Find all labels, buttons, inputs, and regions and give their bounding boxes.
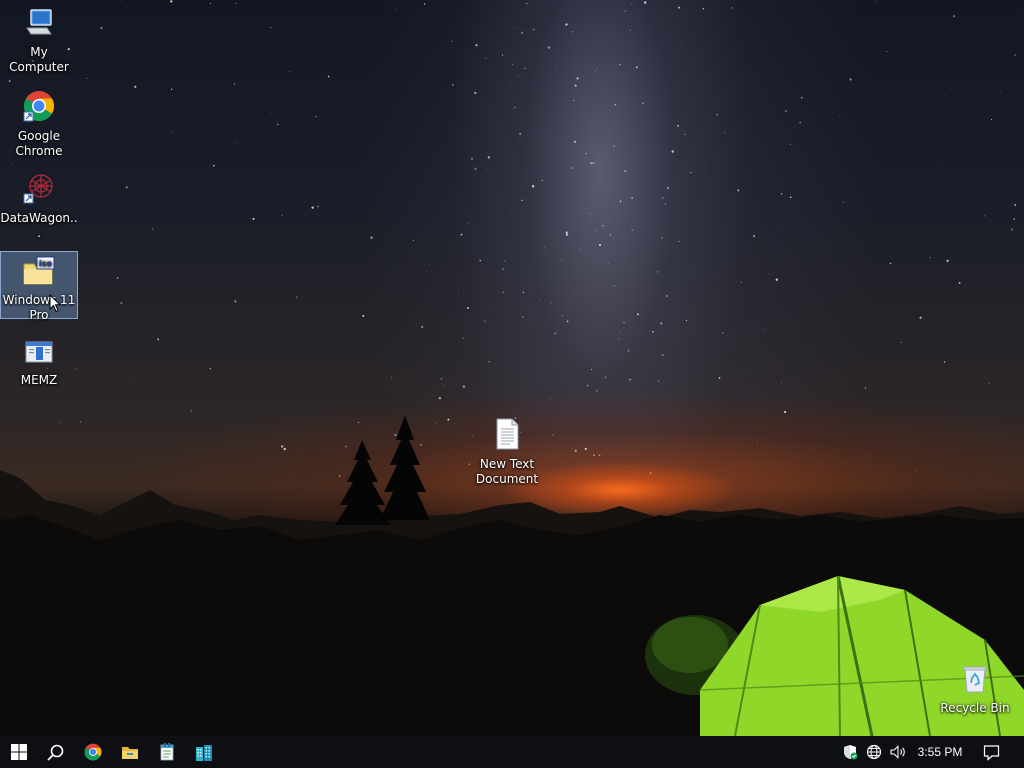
desktop-wallpaper[interactable]: My Computer Google Chrome DataWagon... i… [0, 0, 1024, 736]
clock-time[interactable]: 3:55 PM [912, 736, 968, 768]
taskbar-file-explorer-button[interactable] [111, 736, 148, 768]
search-button[interactable] [37, 736, 74, 768]
wallpaper-landscape [0, 0, 1024, 736]
desktop-icon-label: Google Chrome [15, 129, 63, 158]
desktop-icon-new-text-document[interactable]: New Text Document [468, 414, 546, 487]
desktop-icon-recycle-bin[interactable]: Recycle Bin [936, 660, 1014, 716]
notification-icon[interactable] [983, 744, 1000, 761]
computer-icon [0, 8, 78, 42]
desktop-icon-label: MEMZ [20, 373, 58, 387]
notepad-icon [160, 743, 173, 761]
datawagon-icon [0, 172, 78, 208]
text-document-icon [468, 418, 546, 454]
desktop-icon-google-chrome[interactable]: Google Chrome [0, 86, 78, 159]
desktop-icon-label: DataWagon... [0, 211, 78, 240]
buildings-app-icon [195, 744, 212, 761]
desktop-icon-windows-11-pro[interactable]: iso Windows 11 Pro [0, 251, 78, 322]
iso-file-icon: iso [1, 256, 77, 290]
taskbar-chrome-button[interactable] [74, 736, 111, 768]
taskbar-buildings-app-button[interactable] [185, 736, 222, 768]
taskbar: 3:55 PM [0, 736, 1024, 768]
taskbar-notepad-button[interactable] [148, 736, 185, 768]
search-icon [47, 744, 64, 761]
volume-icon[interactable] [890, 744, 906, 760]
chrome-icon [84, 743, 101, 761]
security-shield-icon[interactable] [842, 744, 858, 760]
desktop-icon-label: Windows 11 Pro [2, 293, 76, 322]
desktop-icon-my-computer[interactable]: My Computer [0, 4, 78, 75]
desktop-icon-memz[interactable]: MEMZ [0, 334, 78, 388]
desktop-icon-label: My Computer [9, 45, 69, 74]
desktop-icon-label: New Text Document [475, 457, 539, 486]
recycle-bin-icon [936, 664, 1014, 698]
memz-icon [0, 338, 78, 370]
desktop-icon-datawagon[interactable]: DataWagon... [0, 168, 78, 241]
network-globe-icon[interactable] [866, 744, 882, 760]
mouse-cursor [49, 294, 61, 313]
chrome-icon [0, 90, 78, 126]
windows-start-icon [10, 744, 27, 760]
iso-badge-text: iso [39, 259, 53, 268]
desktop-icon-label: Recycle Bin [940, 701, 1010, 715]
start-button[interactable] [0, 736, 37, 768]
file-explorer-icon [121, 747, 138, 759]
